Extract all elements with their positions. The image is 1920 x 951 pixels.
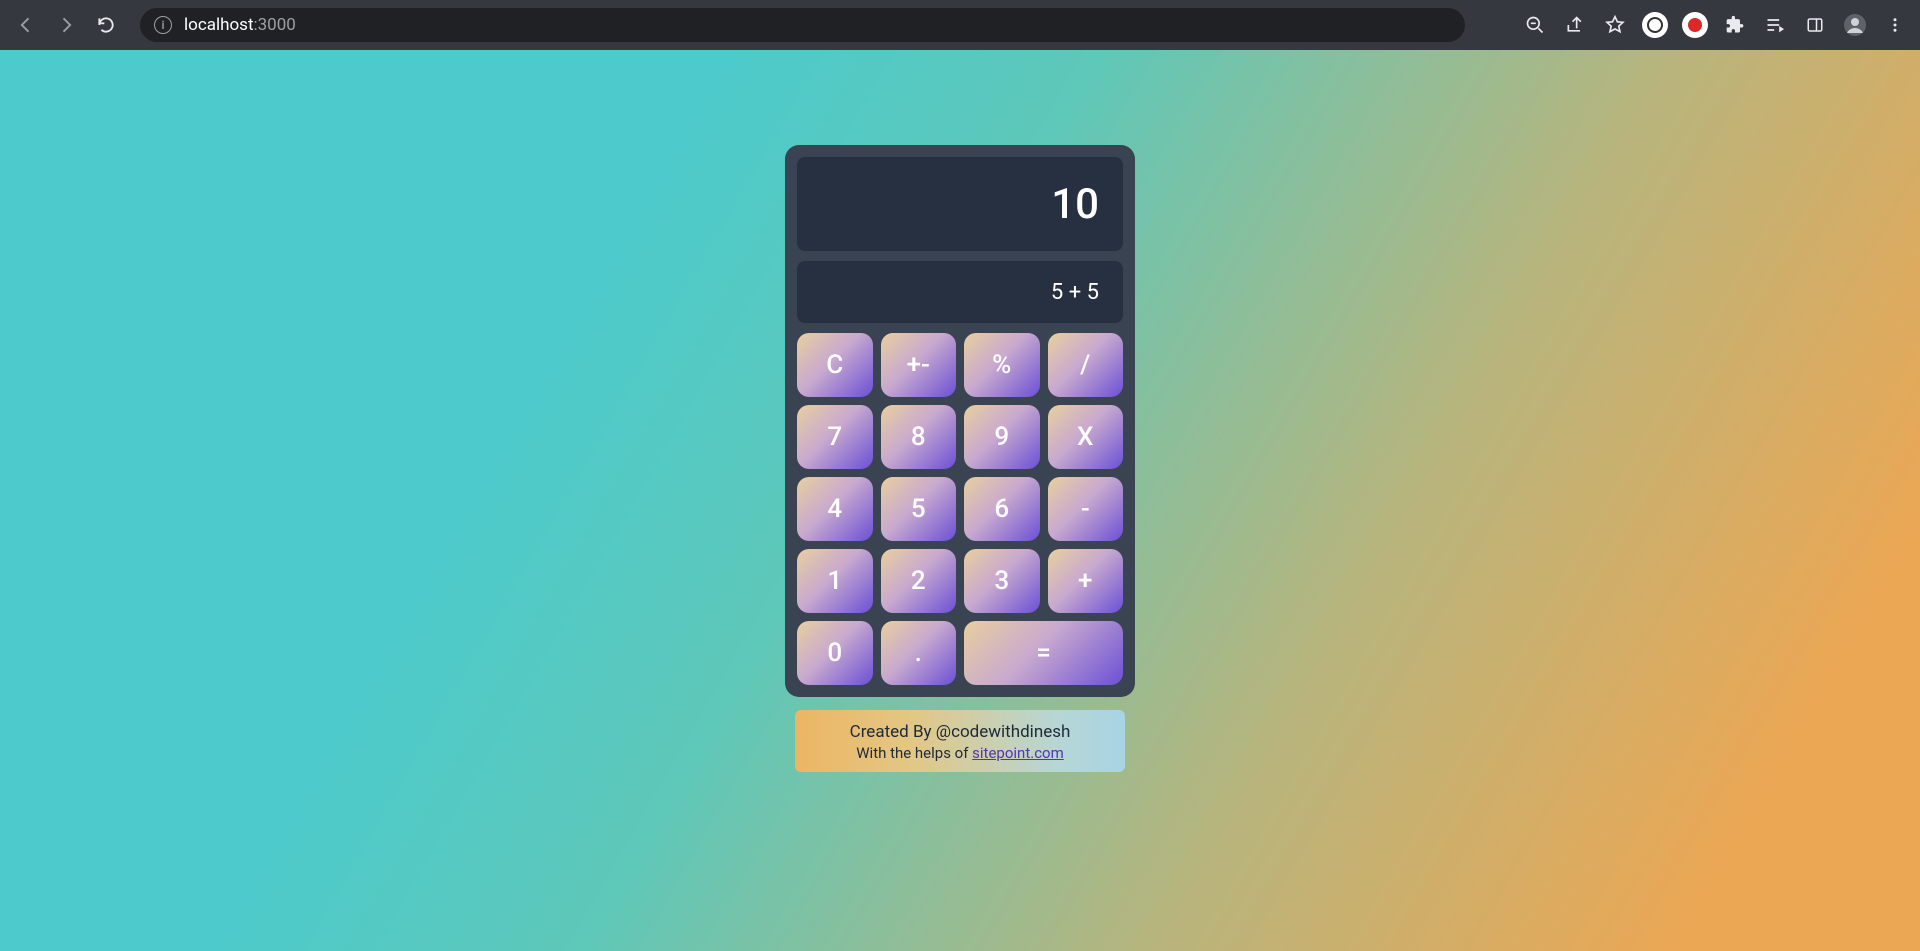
reload-button[interactable] xyxy=(88,7,124,43)
arrow-right-icon xyxy=(56,15,76,35)
extension-circle-icon xyxy=(1642,12,1668,38)
kebab-icon xyxy=(1886,16,1904,34)
avatar-icon xyxy=(1843,13,1867,37)
bookmark-button[interactable] xyxy=(1598,8,1632,42)
share-icon[interactable] xyxy=(1558,8,1592,42)
url-text: localhost:3000 xyxy=(184,15,296,35)
key-dot[interactable]: . xyxy=(881,621,957,685)
key-multiply[interactable]: X xyxy=(1048,405,1124,469)
credit-link[interactable]: sitepoint.com xyxy=(972,744,1064,762)
key-sign[interactable]: +- xyxy=(881,333,957,397)
credit-line-2: With the helps of sitepoint.com xyxy=(805,744,1115,762)
extensions-button[interactable] xyxy=(1718,8,1752,42)
address-bar[interactable]: i localhost:3000 xyxy=(140,8,1465,42)
key-divide[interactable]: / xyxy=(1048,333,1124,397)
key-9[interactable]: 9 xyxy=(964,405,1040,469)
magnifier-minus-icon xyxy=(1525,15,1545,35)
expression-display: 5 + 5 xyxy=(797,261,1123,323)
profile-button[interactable] xyxy=(1838,8,1872,42)
credit-line-1: Created By @codewithdinesh xyxy=(805,722,1115,742)
reload-icon xyxy=(96,15,116,35)
calculator: 10 5 + 5 C +- % / 7 8 9 X 4 5 6 - 1 2 3 … xyxy=(785,145,1135,697)
key-5[interactable]: 5 xyxy=(881,477,957,541)
keypad: C +- % / 7 8 9 X 4 5 6 - 1 2 3 + 0 . = xyxy=(797,333,1123,685)
key-8[interactable]: 8 xyxy=(881,405,957,469)
browser-toolbar: i localhost:3000 xyxy=(0,0,1920,50)
key-1[interactable]: 1 xyxy=(797,549,873,613)
back-button[interactable] xyxy=(8,7,44,43)
key-equal[interactable]: = xyxy=(964,621,1123,685)
key-3[interactable]: 3 xyxy=(964,549,1040,613)
key-minus[interactable]: - xyxy=(1048,477,1124,541)
puzzle-icon xyxy=(1725,15,1745,35)
star-icon xyxy=(1605,15,1625,35)
credit-prefix: With the helps of xyxy=(856,744,972,762)
site-info-icon[interactable]: i xyxy=(154,16,172,34)
toolbar-right xyxy=(1518,8,1912,42)
key-0[interactable]: 0 xyxy=(797,621,873,685)
key-plus[interactable]: + xyxy=(1048,549,1124,613)
key-percent[interactable]: % xyxy=(964,333,1040,397)
result-display: 10 xyxy=(797,157,1123,251)
share-arrow-icon xyxy=(1565,15,1585,35)
page-viewport: 10 5 + 5 C +- % / 7 8 9 X 4 5 6 - 1 2 3 … xyxy=(0,50,1920,951)
extension-red-icon xyxy=(1682,12,1708,38)
forward-button[interactable] xyxy=(48,7,84,43)
credit-box: Created By @codewithdinesh With the help… xyxy=(795,710,1125,772)
extension-2[interactable] xyxy=(1678,8,1712,42)
key-6[interactable]: 6 xyxy=(964,477,1040,541)
result-value: 10 xyxy=(1051,180,1099,229)
arrow-left-icon xyxy=(16,15,36,35)
key-7[interactable]: 7 xyxy=(797,405,873,469)
key-2[interactable]: 2 xyxy=(881,549,957,613)
key-clear[interactable]: C xyxy=(797,333,873,397)
menu-button[interactable] xyxy=(1878,8,1912,42)
extension-1[interactable] xyxy=(1638,8,1672,42)
zoom-icon[interactable] xyxy=(1518,8,1552,42)
key-4[interactable]: 4 xyxy=(797,477,873,541)
expression-value: 5 + 5 xyxy=(1051,280,1099,305)
playlist-icon[interactable] xyxy=(1758,8,1792,42)
sidepanel-button[interactable] xyxy=(1798,8,1832,42)
panel-icon xyxy=(1806,16,1824,34)
music-list-icon xyxy=(1765,15,1785,35)
